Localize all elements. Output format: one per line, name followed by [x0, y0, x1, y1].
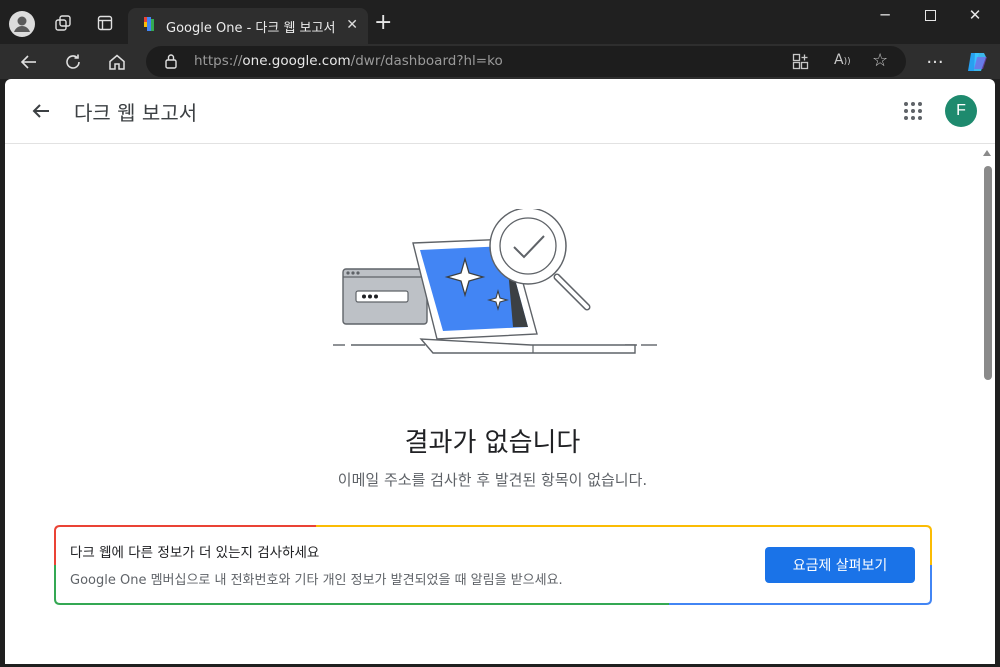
url-text[interactable]: https://one.google.com/dwr/dashboard?hl=… — [194, 53, 503, 69]
scroll-thumb[interactable] — [984, 166, 992, 380]
app-available-icon[interactable] — [792, 53, 809, 74]
favorite-star-icon[interactable]: ☆ — [872, 50, 888, 71]
minimize-icon[interactable]: ─ — [862, 6, 908, 24]
page-title: 다크 웹 보고서 — [74, 101, 198, 125]
active-tab[interactable]: Google One - 다크 웹 보고서 ✕ — [128, 8, 368, 44]
card-description: Google One 멤버십으로 내 전화번호와 기타 개인 정보가 발견되었을… — [70, 573, 563, 588]
profile-icon[interactable] — [9, 11, 35, 37]
result-headline: 결과가 없습니다 — [404, 428, 581, 458]
navigation-bar: https://one.google.com/dwr/dashboard?hl=… — [0, 44, 1000, 79]
more-options-icon[interactable]: ··· — [921, 48, 949, 76]
view-plans-button[interactable]: 요금제 살펴보기 — [765, 547, 915, 583]
home-icon[interactable] — [103, 48, 131, 76]
page-content: 다크 웹 보고서 F 결과가 없습니다 이메일 주소를 검사한 후 발견된 항목… — [5, 79, 995, 664]
workspaces-icon[interactable] — [50, 10, 76, 36]
lock-icon[interactable] — [164, 53, 178, 73]
google-one-favicon-icon — [142, 16, 156, 36]
avatar[interactable]: F — [945, 95, 977, 127]
card-title: 다크 웹에 다른 정보가 더 있는지 검사하세요 — [70, 545, 320, 561]
new-tab-icon[interactable]: + — [374, 12, 392, 34]
upsell-card: 다크 웹에 다른 정보가 더 있는지 검사하세요 Google One 멤버십으… — [54, 525, 932, 605]
maximize-icon[interactable] — [907, 6, 953, 25]
address-bar[interactable]: https://one.google.com/dwr/dashboard?hl=… — [146, 46, 906, 77]
tab-title: Google One - 다크 웹 보고서 — [166, 20, 336, 36]
tab-actions-icon[interactable] — [92, 10, 118, 36]
scroll-up-icon[interactable] — [983, 150, 991, 156]
app-bar: 다크 웹 보고서 F — [5, 79, 995, 144]
apps-grid-icon[interactable] — [903, 101, 923, 121]
back-arrow-icon[interactable] — [29, 99, 53, 123]
title-bar: Google One - 다크 웹 보고서 ✕ + ─ ✕ — [0, 0, 1000, 44]
scrollbar[interactable] — [980, 144, 995, 664]
result-subtext: 이메일 주소를 검사한 후 발견된 항목이 없습니다. — [337, 471, 648, 489]
refresh-icon[interactable] — [59, 48, 87, 76]
tab-close-icon[interactable]: ✕ — [346, 17, 358, 33]
back-icon[interactable] — [15, 48, 43, 76]
read-aloud-icon[interactable]: A)) — [834, 52, 851, 68]
copilot-icon[interactable] — [963, 48, 991, 76]
close-window-icon[interactable]: ✕ — [952, 6, 998, 24]
dark-web-illustration — [325, 207, 665, 369]
